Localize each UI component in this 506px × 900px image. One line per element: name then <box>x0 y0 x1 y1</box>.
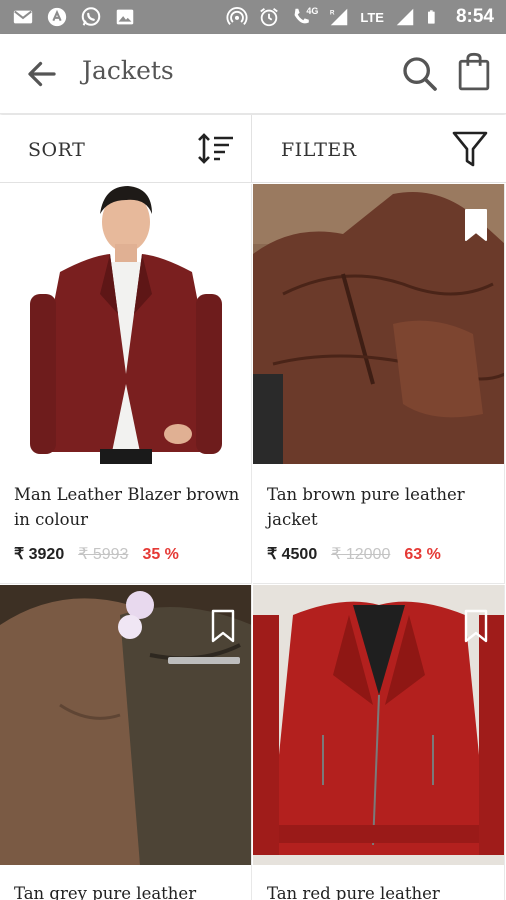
product-card[interactable]: Tan brown pure leather jacket ₹ 4500 ₹ 1… <box>253 184 505 584</box>
gallery-icon <box>116 9 134 25</box>
whatsapp-icon <box>81 7 101 26</box>
original-price: ₹ 12000 <box>331 546 391 563</box>
back-arrow-icon[interactable] <box>24 56 60 92</box>
product-image[interactable] <box>0 585 251 865</box>
bookmark-icon[interactable] <box>463 208 489 242</box>
search-icon[interactable] <box>400 54 440 94</box>
product-image[interactable] <box>253 184 504 464</box>
price-row: ₹ 3920 ₹ 5993 35 % <box>14 544 179 564</box>
product-name: Man Leather Blazer brown in colour <box>14 485 240 529</box>
gmail-icon <box>13 10 33 24</box>
product-image[interactable] <box>0 184 251 464</box>
product-name: Tan red pure leather <box>267 884 440 900</box>
discount-percent: 35 % <box>142 546 179 563</box>
bookmark-icon[interactable] <box>463 609 489 643</box>
alarm-icon <box>260 8 279 27</box>
product-name: Tan brown pure leather jacket <box>267 485 465 529</box>
svg-text:R: R <box>330 9 335 16</box>
product-card[interactable]: Man Leather Blazer brown in colour ₹ 392… <box>0 184 252 584</box>
app-bar: Jackets <box>0 34 506 114</box>
hotspot-icon <box>226 7 248 25</box>
discount-percent: 63 % <box>404 546 441 563</box>
system-icons: 4G R LTE 8:54 <box>226 6 494 28</box>
wifi-call-icon: 4G <box>290 6 318 28</box>
sort-label: SORT <box>28 139 86 161</box>
status-time: 8:54 <box>455 6 494 27</box>
network-gen-label: 4G <box>306 6 319 16</box>
signal-icon: R <box>330 8 348 26</box>
product-card[interactable]: Tan grey pure leather <box>0 585 252 900</box>
shopping-bag-icon[interactable] <box>456 52 492 92</box>
battery-icon <box>427 10 435 24</box>
filter-button[interactable]: FILTER <box>253 115 506 183</box>
network-type-label: LTE <box>360 9 384 25</box>
product-name: Tan grey pure leather <box>14 884 197 900</box>
sort-button[interactable]: SORT <box>0 115 252 183</box>
sort-filter-bar: SORT FILTER <box>0 115 506 183</box>
sort-icon <box>198 133 233 164</box>
bookmark-icon[interactable] <box>210 609 236 643</box>
selling-price: ₹ 4500 <box>267 546 318 563</box>
filter-funnel-icon <box>452 131 488 167</box>
filter-label: FILTER <box>281 139 357 161</box>
original-price: ₹ 5993 <box>78 546 129 563</box>
status-bar: 4G R LTE 8:54 <box>0 0 506 34</box>
app-icon <box>47 7 67 27</box>
signal-bars-icon <box>396 8 414 26</box>
page-title: Jackets <box>82 56 174 85</box>
price-row: ₹ 4500 ₹ 12000 63 % <box>267 544 441 564</box>
product-image[interactable] <box>253 585 504 865</box>
selling-price: ₹ 3920 <box>14 546 65 563</box>
notification-icons <box>12 6 136 28</box>
product-card[interactable]: Tan red pure leather <box>253 585 505 900</box>
